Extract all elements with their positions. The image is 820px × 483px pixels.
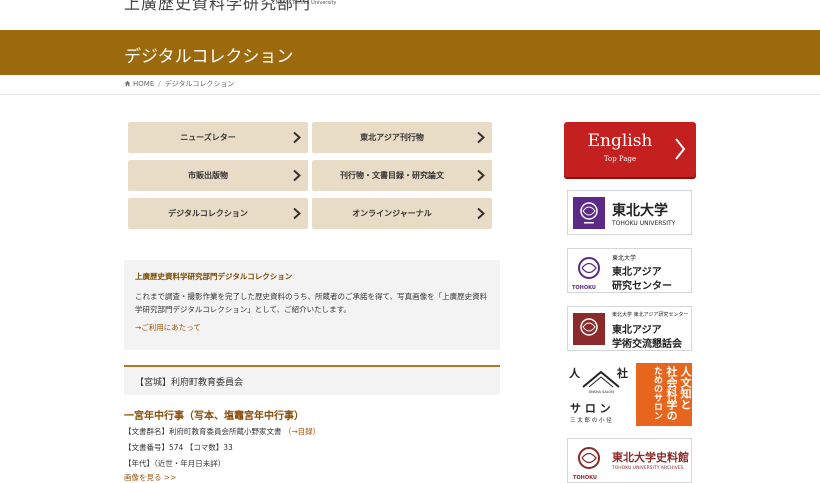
usage-notes-link[interactable]: →ご利用にあたって — [135, 322, 201, 333]
breadcrumb-home-link[interactable]: HOME — [133, 80, 154, 88]
item-doc-group-text: 【文書群名】利府町教育委員会所蔵小野家文書 — [124, 427, 282, 436]
tohoku-emblem-icon — [578, 447, 600, 469]
tohoku-archives-logo-link[interactable]: TOHOKU 東北大学史料館 TOHOKU UNIVERSITY ARCHIVE… — [567, 438, 692, 483]
salon-left-panel: 人 社 JINSHA SALON サ ロ ン 三 太 郎 の 小 径 — [567, 363, 635, 426]
nav-button-label: ニューズレター — [180, 133, 236, 142]
chevron-right-icon — [293, 207, 301, 220]
page-banner: デジタルコレクション — [0, 30, 820, 75]
jinsha-salon-banner-link[interactable]: 人 社 JINSHA SALON サ ロ ン 三 太 郎 の 小 径 人文知と … — [567, 363, 692, 426]
home-icon — [124, 80, 131, 87]
english-button-label: English — [587, 131, 653, 151]
logo-foot-text: TOHOKU — [573, 475, 597, 481]
academic-exchange-council-logo-link[interactable]: 東北大学 東北アジア研究センター 東北アジア 学術交流懇話会 — [567, 306, 692, 351]
maroon-emblem-icon — [573, 313, 605, 345]
site-header: 上廣歴史資料学研究部門 CNEAS, Tohoku University — [0, 0, 820, 30]
item-doc-number: 【文書番号】574 【コマ数】33 — [124, 443, 233, 452]
breadcrumb-current: デジタルコレクション — [164, 80, 235, 88]
salon-right-panel: 人文知と 社会科学の ためのサロン — [636, 363, 692, 426]
tohoku-emblem-icon — [578, 257, 600, 279]
item-era: 【年代】（近世・年月日未詳） — [124, 459, 226, 468]
salon-vertical-text: ためのサロン — [652, 366, 662, 420]
english-top-page-button[interactable]: English Top Page — [564, 122, 696, 177]
chevron-right-icon — [477, 207, 485, 220]
salon-vertical-text: 社会科学の — [665, 366, 678, 421]
logo-text: 学術交流懇話会 — [612, 339, 682, 350]
section-heading: 【宮城】利府町教育委員会 — [124, 365, 500, 395]
nav-button-label: オンラインジャーナル — [352, 209, 432, 218]
nav-button-publications-catalogs-papers[interactable]: 刊行物・文書目録・研究論文 — [312, 160, 492, 191]
nav-button-online-journal[interactable]: オンラインジャーナル — [312, 198, 492, 229]
nav-button-digital-collection[interactable]: デジタルコレクション — [128, 198, 308, 229]
nav-button-label: デジタルコレクション — [168, 209, 248, 218]
cneas-logo-link[interactable]: TOHOKU 東北大学 東北アジア 研究センター — [567, 248, 692, 293]
breadcrumb: HOME / デジタルコレクション — [0, 75, 820, 95]
nav-button-commercial-publications[interactable]: 市販出版物 — [128, 160, 308, 191]
view-images-link[interactable]: 画像を見る >> — [124, 472, 176, 483]
logo-subtext: TOHOKU UNIVERSITY — [612, 220, 676, 227]
site-subtitle: CNEAS, Tohoku University — [272, 0, 337, 6]
logo-text: 研究センター — [612, 281, 672, 292]
breadcrumb-separator: / — [158, 80, 161, 88]
chevron-right-icon — [477, 169, 485, 182]
salon-title: サ ロ ン — [570, 402, 611, 415]
logo-text: 東北アジア — [612, 325, 662, 336]
chevron-right-icon — [675, 138, 686, 160]
salon-char: 人 — [569, 367, 580, 380]
collection-intro-title: 上廣歴史資料学研究部門デジタルコレクション — [135, 272, 293, 281]
nav-button-newsletter[interactable]: ニューズレター — [128, 122, 308, 153]
chevron-right-icon — [293, 169, 301, 182]
logo-text: 東北大学 — [612, 203, 668, 219]
collection-intro-text: これまで調査・撮影作業を完了した歴史資料のうち、所蔵者のご承諾を得て、写真画像を… — [135, 292, 488, 314]
chevron-right-icon — [477, 131, 485, 144]
roof-icon — [582, 370, 620, 388]
logo-text: 東北大学史料館 — [612, 451, 689, 464]
catalog-link[interactable]: （→目録） — [284, 427, 320, 436]
nav-button-northeast-asia-publications[interactable]: 東北アジア刊行物 — [312, 122, 492, 153]
nav-button-label: 市販出版物 — [188, 171, 228, 180]
logo-text: 東北大学 — [612, 255, 637, 262]
logo-text: 東北アジア — [612, 267, 662, 278]
logo-subtext: TOHOKU UNIVERSITY ARCHIVES — [612, 466, 684, 471]
salon-foot: 三 太 郎 の 小 径 — [570, 418, 612, 424]
tohoku-university-logo-link[interactable]: 東北大学 TOHOKU UNIVERSITY — [567, 190, 692, 235]
collection-intro-box: 上廣歴史資料学研究部門デジタルコレクション これまで調査・撮影作業を完了した歴史… — [124, 260, 500, 350]
salon-vertical-text: 人文知と — [679, 366, 692, 410]
salon-small-text: JINSHA SALON — [589, 390, 614, 394]
breadcrumb-trail: HOME / デジタルコレクション — [124, 79, 234, 89]
english-button-sublabel: Top Page — [603, 155, 637, 163]
logo-text: 東北大学 東北アジア研究センター — [612, 312, 689, 318]
nav-button-label: 東北アジア刊行物 — [360, 133, 424, 142]
item-doc-group: 【文書群名】利府町教育委員会所蔵小野家文書 （→目録） — [124, 426, 320, 437]
collection-item-title[interactable]: 一宮年中行事（写本、塩竈宮年中行事） — [124, 407, 304, 422]
section-heading-text: 【宮城】利府町教育委員会 — [135, 378, 244, 388]
page-title: デジタルコレクション — [124, 47, 294, 67]
logo-foot-text: TOHOKU — [572, 285, 596, 291]
tohoku-university-emblem-icon — [573, 197, 605, 229]
chevron-right-icon — [293, 131, 301, 144]
nav-button-label: 刊行物・文書目録・研究論文 — [340, 171, 444, 180]
